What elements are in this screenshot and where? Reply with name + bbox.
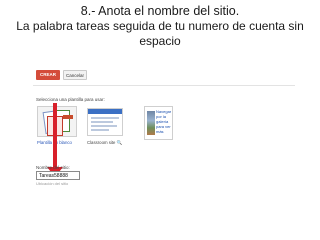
slide-title-line-2: La palabra tareas seguida de tu numero d… bbox=[16, 19, 304, 33]
template-classroom-caption-row[interactable]: Classroom site 🔍 bbox=[87, 140, 122, 146]
template-header bbox=[88, 109, 122, 114]
site-name-input[interactable]: Tareas58888 bbox=[36, 171, 80, 180]
gallery-thumbnail-icon bbox=[147, 111, 155, 135]
template-classroom-caption: Classroom site bbox=[87, 140, 116, 145]
template-classroom[interactable] bbox=[87, 108, 123, 136]
cancel-button[interactable]: Cancelar bbox=[63, 70, 87, 80]
sites-screenshot: CREAR Cancelar Selecciona una plantilla … bbox=[33, 63, 295, 203]
site-location-hint: Ubicación del sitio bbox=[36, 181, 69, 186]
site-name-label: Nombre del sitio: bbox=[36, 165, 70, 170]
toolbar: CREAR Cancelar bbox=[33, 63, 295, 86]
template-heading: Selecciona una plantilla para usar: bbox=[36, 97, 105, 102]
slide-title-line-1: 8.- Anota el nombre del sitio. bbox=[80, 4, 240, 18]
create-button[interactable]: CREAR bbox=[36, 70, 60, 80]
text-line bbox=[91, 117, 119, 119]
text-line bbox=[91, 125, 117, 127]
slide-title-line-3: espacio bbox=[139, 34, 181, 48]
template-gallery-link[interactable]: Navegar por la galería para ver más bbox=[144, 106, 173, 140]
gallery-link-text: Navegar por la galería para ver más bbox=[156, 109, 172, 134]
ribbon-icon bbox=[63, 115, 73, 119]
template-blank[interactable] bbox=[37, 106, 77, 137]
text-line bbox=[91, 121, 113, 123]
text-line bbox=[91, 129, 109, 131]
magnifier-icon[interactable]: 🔍 bbox=[117, 140, 123, 145]
red-arrow-shaft bbox=[53, 103, 57, 169]
